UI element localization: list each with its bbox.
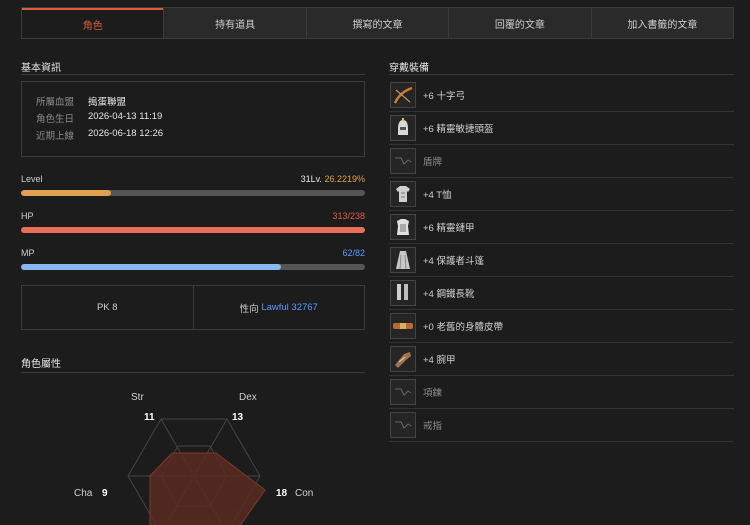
attr-con-label: Con: [295, 488, 314, 499]
equip-name: +0 老舊的身體皮帶: [423, 321, 503, 333]
equip-slot-weapon[interactable]: +6 十字弓: [389, 78, 734, 112]
attr-cha-label: Cha: [74, 488, 93, 499]
equip-slot-ring[interactable]: 戒指: [389, 408, 734, 442]
equip-name: 盾牌: [423, 156, 443, 168]
empty-slot-icon: [390, 378, 416, 405]
equip-slot-belt[interactable]: +0 老舊的身體皮帶: [389, 309, 734, 343]
equip-slot-armor[interactable]: +6 精靈鏈甲: [389, 210, 734, 244]
equip-name: +4 腕甲: [423, 354, 456, 366]
attr-str-label: Str: [131, 392, 144, 403]
equip-name: 項鍊: [423, 387, 443, 399]
belt-icon: [390, 312, 416, 339]
attr-cha-value: 9: [102, 488, 108, 499]
equip-name: +6 十字弓: [423, 90, 465, 102]
equip-name: 戒指: [423, 420, 443, 432]
equip-slot-necklace[interactable]: 項鍊: [389, 375, 734, 409]
equip-name: +4 鋼鐵長靴: [423, 288, 475, 300]
equipment-rule: [389, 74, 734, 75]
equip-slot-boots[interactable]: +4 鋼鐵長靴: [389, 276, 734, 310]
equip-slot-cloak[interactable]: +4 保護者斗篷: [389, 243, 734, 277]
attr-con-value: 18: [276, 488, 288, 499]
chainmail-icon: [390, 213, 416, 240]
equip-slot-helmet[interactable]: +6 精靈敏捷頭盔: [389, 111, 734, 145]
attribute-radar-area: [149, 452, 266, 525]
equip-slot-bracer[interactable]: +4 腕甲: [389, 342, 734, 376]
boots-icon: [390, 279, 416, 306]
empty-slot-icon: [390, 411, 416, 438]
cloak-icon: [390, 246, 416, 273]
equip-name: +6 精靈鏈甲: [423, 222, 475, 234]
bracer-icon: [390, 345, 416, 372]
crossbow-icon: [390, 81, 416, 108]
attr-dex-label: Dex: [239, 392, 257, 403]
empty-slot-icon: [390, 147, 416, 174]
tshirt-icon: [390, 180, 416, 207]
attr-str-value: 11: [144, 412, 155, 423]
equip-name: +6 精靈敏捷頭盔: [423, 123, 494, 135]
equip-slot-shield[interactable]: 盾牌: [389, 144, 734, 178]
equip-name: +4 保護者斗篷: [423, 255, 484, 267]
equipment-title: 穿戴裝備: [389, 63, 429, 74]
helmet-icon: [390, 114, 416, 141]
equip-slot-shirt[interactable]: +4 T恤: [389, 177, 734, 211]
equip-name: +4 T恤: [423, 189, 452, 201]
attr-dex-value: 13: [232, 412, 244, 423]
